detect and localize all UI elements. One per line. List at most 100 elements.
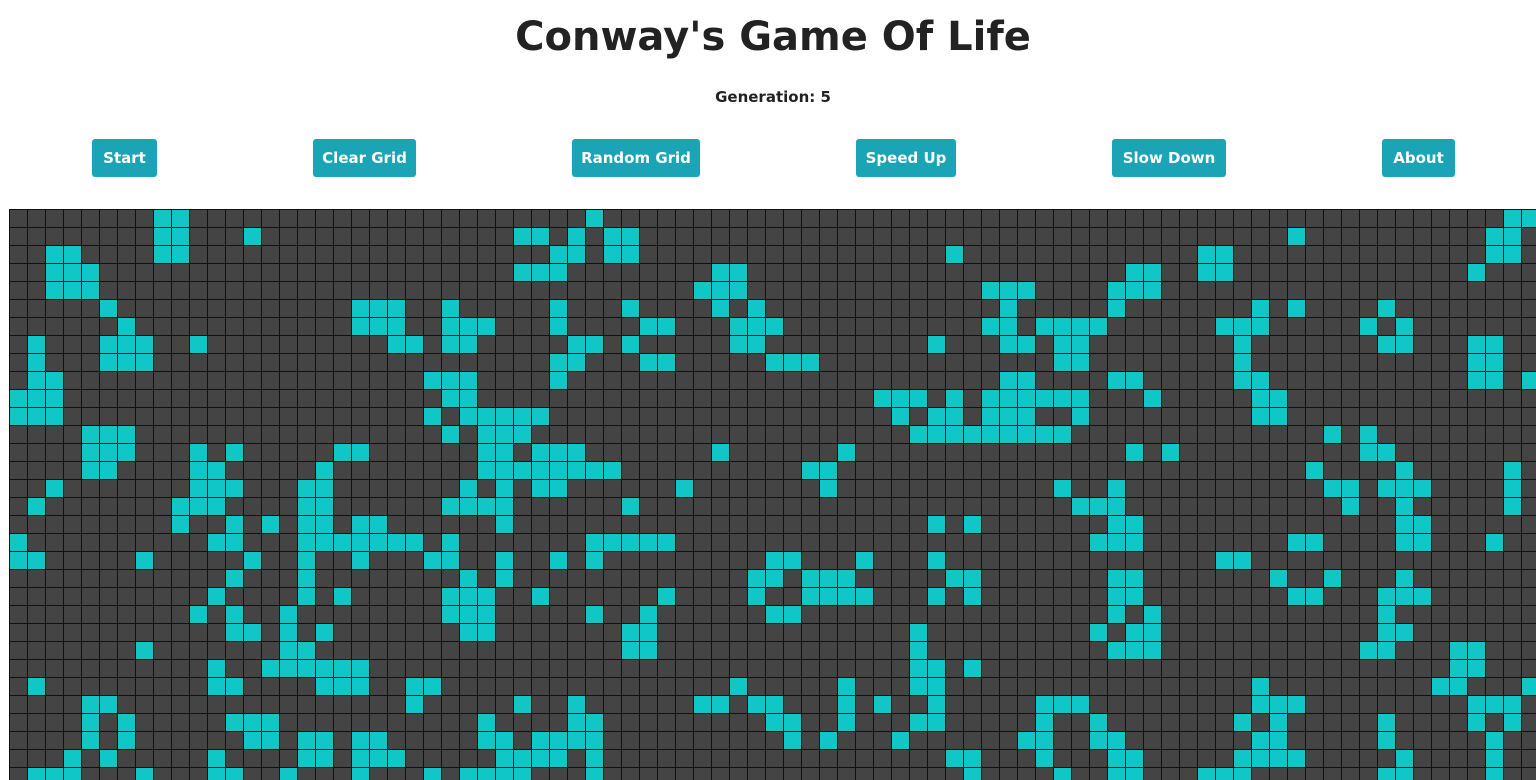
cell-alive[interactable] [748, 336, 765, 353]
cell-dead[interactable] [604, 372, 621, 389]
cell-dead[interactable] [10, 372, 27, 389]
cell-alive[interactable] [1378, 624, 1395, 641]
cell-dead[interactable] [388, 498, 405, 515]
cell-dead[interactable] [280, 426, 297, 443]
cell-dead[interactable] [946, 444, 963, 461]
cell-dead[interactable] [1504, 444, 1521, 461]
cell-dead[interactable] [1504, 390, 1521, 407]
cell-alive[interactable] [316, 660, 333, 677]
cell-dead[interactable] [1468, 300, 1485, 317]
cell-dead[interactable] [190, 660, 207, 677]
cell-alive[interactable] [874, 390, 891, 407]
cell-dead[interactable] [406, 624, 423, 641]
cell-dead[interactable] [676, 264, 693, 281]
cell-dead[interactable] [676, 570, 693, 587]
cell-dead[interactable] [1306, 642, 1323, 659]
cell-dead[interactable] [28, 426, 45, 443]
cell-dead[interactable] [856, 246, 873, 263]
cell-dead[interactable] [748, 444, 765, 461]
cell-alive[interactable] [46, 768, 63, 780]
cell-dead[interactable] [100, 642, 117, 659]
cell-dead[interactable] [334, 390, 351, 407]
cell-dead[interactable] [1270, 588, 1287, 605]
cell-dead[interactable] [1180, 444, 1197, 461]
cell-dead[interactable] [514, 732, 531, 749]
cell-dead[interactable] [550, 606, 567, 623]
cell-dead[interactable] [586, 300, 603, 317]
cell-dead[interactable] [10, 714, 27, 731]
cell-dead[interactable] [262, 552, 279, 569]
cell-dead[interactable] [694, 210, 711, 227]
cell-dead[interactable] [586, 696, 603, 713]
cell-dead[interactable] [136, 300, 153, 317]
cell-dead[interactable] [658, 426, 675, 443]
cell-dead[interactable] [1216, 660, 1233, 677]
cell-alive[interactable] [712, 444, 729, 461]
cell-dead[interactable] [370, 498, 387, 515]
cell-dead[interactable] [622, 480, 639, 497]
cell-alive[interactable] [190, 462, 207, 479]
cell-dead[interactable] [712, 642, 729, 659]
cell-alive[interactable] [1252, 408, 1269, 425]
cell-dead[interactable] [1306, 336, 1323, 353]
cell-dead[interactable] [802, 606, 819, 623]
cell-dead[interactable] [874, 282, 891, 299]
cell-dead[interactable] [1342, 210, 1359, 227]
cell-dead[interactable] [1018, 444, 1035, 461]
cell-dead[interactable] [100, 390, 117, 407]
cell-dead[interactable] [100, 570, 117, 587]
cell-dead[interactable] [910, 210, 927, 227]
cell-alive[interactable] [1378, 768, 1395, 780]
cell-dead[interactable] [1432, 282, 1449, 299]
cell-dead[interactable] [1108, 264, 1125, 281]
cell-alive[interactable] [442, 300, 459, 317]
cell-dead[interactable] [136, 570, 153, 587]
cell-dead[interactable] [730, 210, 747, 227]
cell-dead[interactable] [838, 228, 855, 245]
cell-dead[interactable] [1216, 606, 1233, 623]
cell-dead[interactable] [892, 516, 909, 533]
cell-dead[interactable] [460, 732, 477, 749]
cell-alive[interactable] [1036, 318, 1053, 335]
cell-dead[interactable] [568, 534, 585, 551]
cell-dead[interactable] [370, 642, 387, 659]
cell-dead[interactable] [946, 498, 963, 515]
cell-dead[interactable] [1450, 426, 1467, 443]
cell-dead[interactable] [280, 444, 297, 461]
cell-dead[interactable] [118, 678, 135, 695]
cell-dead[interactable] [784, 624, 801, 641]
cell-dead[interactable] [1054, 534, 1071, 551]
cell-dead[interactable] [838, 732, 855, 749]
cell-dead[interactable] [874, 534, 891, 551]
cell-dead[interactable] [694, 714, 711, 731]
cell-dead[interactable] [1036, 372, 1053, 389]
cell-alive[interactable] [496, 444, 513, 461]
cell-dead[interactable] [370, 696, 387, 713]
cell-dead[interactable] [316, 642, 333, 659]
cell-alive[interactable] [514, 426, 531, 443]
cell-dead[interactable] [154, 768, 171, 780]
cell-dead[interactable] [982, 660, 999, 677]
cell-dead[interactable] [568, 282, 585, 299]
cell-dead[interactable] [1324, 444, 1341, 461]
cell-dead[interactable] [1090, 246, 1107, 263]
cell-dead[interactable] [964, 408, 981, 425]
cell-dead[interactable] [856, 372, 873, 389]
cell-alive[interactable] [1522, 372, 1536, 389]
cell-dead[interactable] [1036, 606, 1053, 623]
cell-dead[interactable] [1342, 696, 1359, 713]
cell-dead[interactable] [820, 660, 837, 677]
cell-dead[interactable] [136, 408, 153, 425]
cell-dead[interactable] [1342, 390, 1359, 407]
cell-alive[interactable] [100, 354, 117, 371]
cell-alive[interactable] [136, 642, 153, 659]
cell-dead[interactable] [262, 588, 279, 605]
cell-dead[interactable] [964, 714, 981, 731]
cell-alive[interactable] [802, 354, 819, 371]
cell-dead[interactable] [172, 462, 189, 479]
cell-alive[interactable] [964, 660, 981, 677]
cell-dead[interactable] [658, 678, 675, 695]
cell-alive[interactable] [226, 714, 243, 731]
cell-dead[interactable] [1180, 282, 1197, 299]
cell-dead[interactable] [1414, 768, 1431, 780]
